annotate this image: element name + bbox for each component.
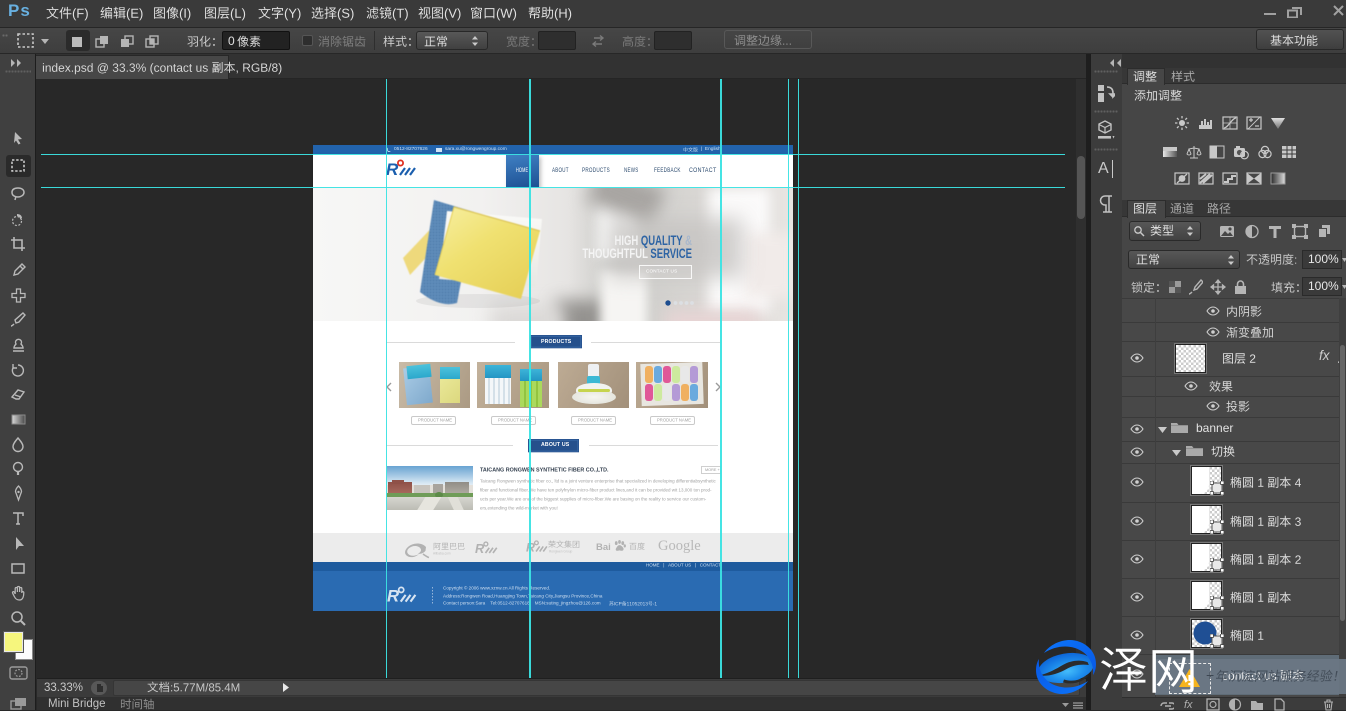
- svg-text:fx: fx: [1184, 699, 1193, 711]
- svg-text:R: R: [387, 586, 399, 604]
